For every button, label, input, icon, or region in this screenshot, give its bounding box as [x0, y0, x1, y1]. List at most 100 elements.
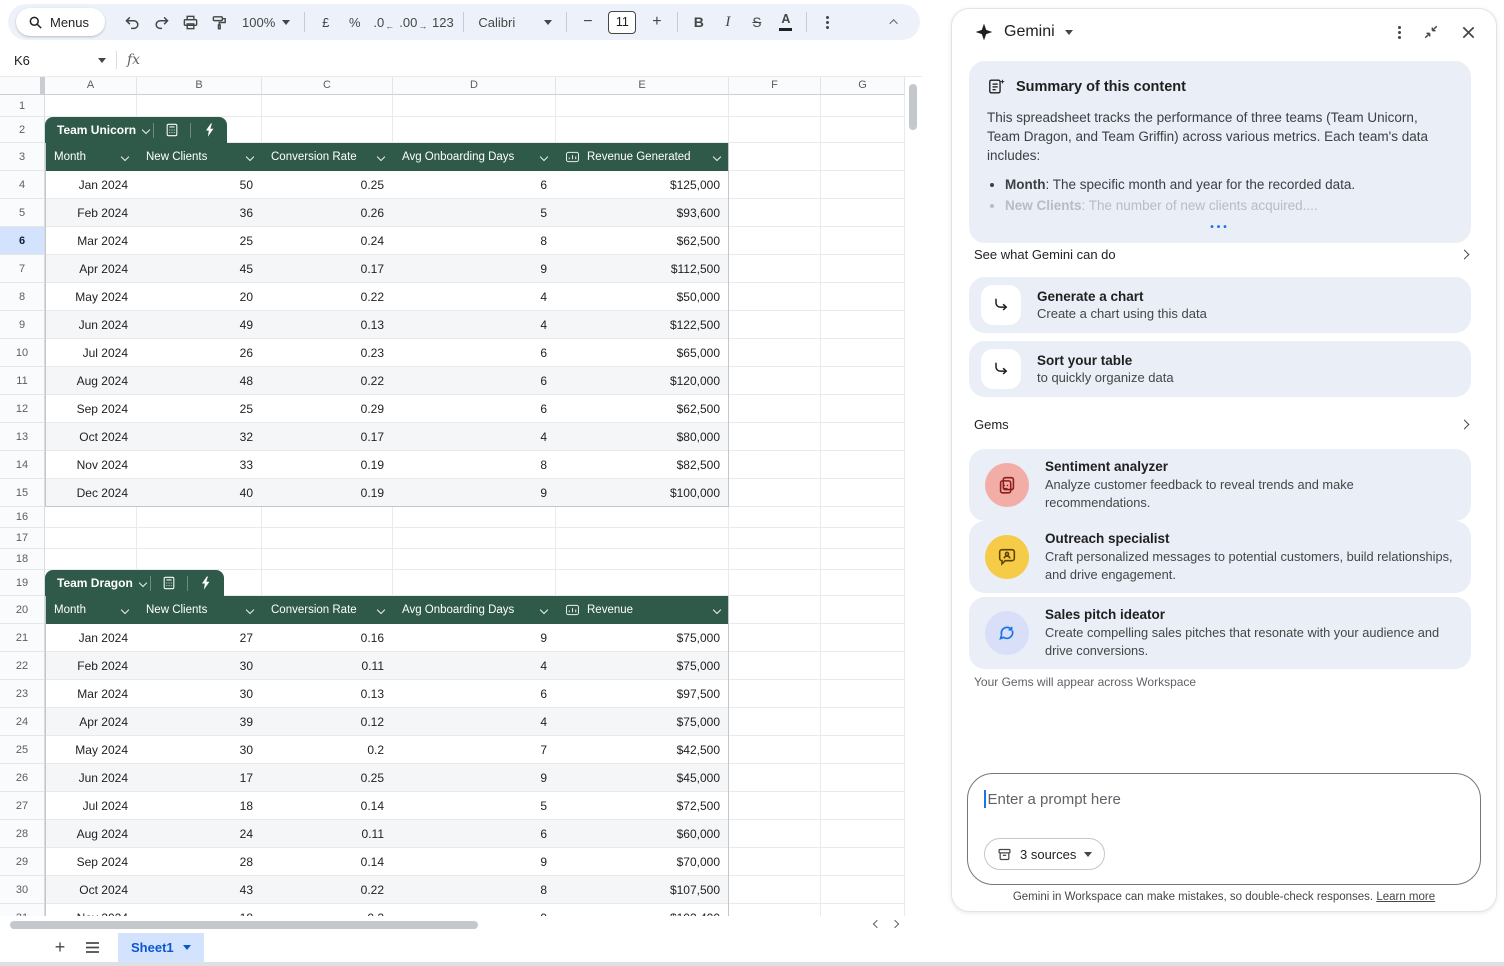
row-header-4[interactable]: 4 [0, 171, 45, 199]
row-header-18[interactable]: 18 [0, 549, 45, 570]
column-header-B[interactable]: B [137, 76, 262, 95]
cell[interactable]: $62,500 [556, 227, 729, 254]
row-header-10[interactable]: 10 [0, 339, 45, 367]
row-header-28[interactable]: 28 [0, 820, 45, 848]
gems-link[interactable]: Gems [974, 417, 1468, 432]
cell[interactable]: 6 [393, 680, 556, 707]
scroll-right-icon[interactable] [891, 920, 899, 928]
cell[interactable]: 6 [393, 367, 556, 394]
row-header-27[interactable]: 27 [0, 792, 45, 820]
cell[interactable]: $70,000 [556, 848, 729, 875]
cell[interactable]: $80,000 [556, 423, 729, 450]
cell[interactable]: 0.25 [262, 764, 393, 791]
cell[interactable]: Jan 2024 [45, 171, 137, 198]
panel-more-options-button[interactable] [1398, 31, 1401, 34]
cell[interactable]: 0.11 [262, 820, 393, 847]
column-header-E[interactable]: E [556, 76, 729, 95]
cell[interactable]: 49 [137, 311, 262, 338]
table-column-header[interactable]: Month [45, 143, 137, 171]
cell[interactable]: 33 [137, 451, 262, 478]
cell[interactable]: 0.26 [262, 199, 393, 226]
cell[interactable]: 0.23 [262, 339, 393, 366]
cell[interactable]: 36 [137, 199, 262, 226]
cell[interactable]: Mar 2024 [45, 680, 137, 707]
cell[interactable]: Mar 2024 [45, 227, 137, 254]
see-what-gemini-can-do-link[interactable]: See what Gemini can do [974, 247, 1468, 262]
cell[interactable]: Jun 2024 [45, 311, 137, 338]
cell[interactable]: Jun 2024 [45, 764, 137, 791]
row-header-12[interactable]: 12 [0, 395, 45, 423]
italic-button[interactable]: I [714, 9, 741, 36]
cell[interactable]: 48 [137, 367, 262, 394]
cell[interactable]: 39 [137, 708, 262, 735]
row-header-14[interactable]: 14 [0, 451, 45, 479]
cell[interactable]: 4 [393, 652, 556, 679]
row-header-5[interactable]: 5 [0, 199, 45, 227]
all-sheets-button[interactable] [76, 933, 108, 962]
cell[interactable]: Dec 2024 [45, 479, 137, 506]
print-button[interactable] [177, 9, 204, 36]
cell[interactable]: 25 [137, 395, 262, 422]
more-toolbar-button[interactable] [814, 9, 841, 36]
cell[interactable]: 0.22 [262, 283, 393, 310]
cell[interactable]: 26 [137, 339, 262, 366]
more-formats-button[interactable]: 123 [429, 9, 456, 36]
cell[interactable]: 20 [137, 283, 262, 310]
column-header-D[interactable]: D [393, 76, 556, 95]
add-sheet-button[interactable]: + [44, 933, 76, 962]
suggestion-generate-chart[interactable]: Generate a chart Create a chart using th… [969, 277, 1471, 333]
cell[interactable]: Oct 2024 [45, 876, 137, 903]
row-header-2[interactable]: 2 [0, 117, 45, 143]
table-tab-team-dragon[interactable]: Team Dragon [45, 570, 224, 596]
cell[interactable]: 0.14 [262, 848, 393, 875]
cell[interactable]: May 2024 [45, 283, 137, 310]
scroll-left-icon[interactable] [873, 920, 881, 928]
table-column-header[interactable]: Conversion Rate [262, 143, 393, 171]
cell[interactable]: $50,000 [556, 283, 729, 310]
sheet-tab-sheet1[interactable]: Sheet1 [118, 933, 204, 962]
suggestion-sort-table[interactable]: Sort your table to quickly organize data [969, 341, 1471, 397]
cell[interactable]: 0.13 [262, 680, 393, 707]
cell[interactable]: 25 [137, 227, 262, 254]
cell[interactable]: $62,500 [556, 395, 729, 422]
cell[interactable]: Oct 2024 [45, 423, 137, 450]
cell[interactable]: $45,000 [556, 764, 729, 791]
cell[interactable]: 9 [393, 848, 556, 875]
cell[interactable]: 17 [137, 764, 262, 791]
cell[interactable]: $65,000 [556, 339, 729, 366]
strikethrough-button[interactable]: S [743, 9, 770, 36]
cell[interactable]: 0.19 [262, 451, 393, 478]
cell[interactable]: $82,500 [556, 451, 729, 478]
chevron-down-icon[interactable] [1065, 30, 1073, 35]
cell[interactable]: 32 [137, 423, 262, 450]
cell[interactable]: Apr 2024 [45, 255, 137, 282]
table-column-header[interactable]: Revenue [556, 596, 729, 624]
decrease-font-size-button[interactable]: − [574, 9, 601, 36]
increase-decimal-button[interactable]: .00→ [399, 9, 427, 36]
cell[interactable]: 30 [137, 680, 262, 707]
cell[interactable]: 0.12 [262, 708, 393, 735]
cell[interactable]: 6 [393, 171, 556, 198]
cell[interactable]: Feb 2024 [45, 199, 137, 226]
cell[interactable]: 0.22 [262, 876, 393, 903]
lightning-icon[interactable] [192, 570, 220, 596]
cell[interactable]: $122,500 [556, 311, 729, 338]
row-header-20[interactable]: 20 [0, 596, 45, 624]
row-header-30[interactable]: 30 [0, 876, 45, 904]
cell[interactable]: 30 [137, 736, 262, 763]
row-header-11[interactable]: 11 [0, 367, 45, 395]
redo-button[interactable] [148, 9, 175, 36]
row-header-13[interactable]: 13 [0, 423, 45, 451]
name-box[interactable]: K6 [0, 53, 106, 68]
cell[interactable]: 6 [393, 820, 556, 847]
row-header-17[interactable]: 17 [0, 528, 45, 549]
cell[interactable]: $60,000 [556, 820, 729, 847]
table-column-header[interactable]: Avg Onboarding Days [393, 143, 556, 171]
select-all-corner[interactable] [0, 76, 45, 95]
row-header-19[interactable]: 19 [0, 570, 45, 596]
cell[interactable]: 0.24 [262, 227, 393, 254]
cell[interactable]: 0.17 [262, 423, 393, 450]
cell[interactable]: 9 [393, 624, 556, 651]
panel-collapse-icon[interactable] [1423, 24, 1439, 40]
cell[interactable]: Sep 2024 [45, 395, 137, 422]
